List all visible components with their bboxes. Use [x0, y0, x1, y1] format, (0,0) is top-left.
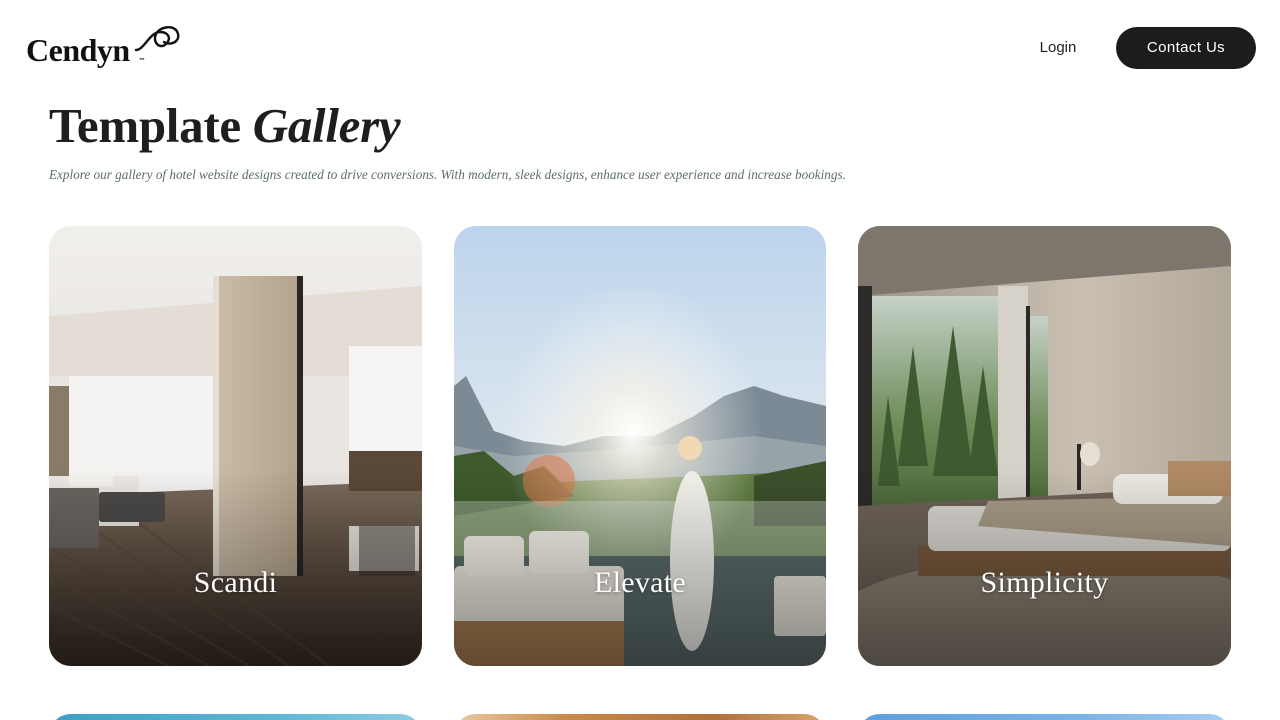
logo-wordmark: Cendyn — [26, 32, 130, 68]
template-card-row2-2[interactable] — [454, 714, 826, 720]
card-label-scandi: Scandi — [193, 566, 278, 599]
template-card-row2-1[interactable] — [49, 714, 422, 720]
card-label-simplicity: Simplicity — [980, 566, 1109, 599]
card-label-elevate: Elevate — [593, 566, 687, 599]
template-card-scandi[interactable]: Scandi — [49, 226, 422, 666]
template-card-elevate[interactable]: Elevate — [454, 226, 826, 666]
title-italic: Gallery — [252, 98, 401, 153]
template-card-row2-3[interactable] — [858, 714, 1231, 720]
contact-us-button[interactable]: Contact Us — [1116, 27, 1256, 69]
elevate-mountain-image — [454, 226, 826, 666]
cendyn-logo[interactable]: Cendyn ™ — [26, 24, 180, 72]
page-title: Template Gallery — [49, 96, 401, 156]
page-subtitle: Explore our gallery of hotel website des… — [49, 167, 846, 182]
infinity-loop-icon — [134, 26, 180, 52]
scandi-room-image — [49, 226, 422, 666]
site-header: Cendyn ™ Login Contact Us — [0, 0, 1280, 96]
trademark-mark: ™ — [139, 58, 145, 64]
template-card-simplicity[interactable]: Simplicity — [858, 226, 1231, 666]
login-link[interactable]: Login — [1026, 30, 1090, 66]
title-plain: Template — [49, 98, 253, 153]
simplicity-bedroom-image — [858, 226, 1231, 666]
